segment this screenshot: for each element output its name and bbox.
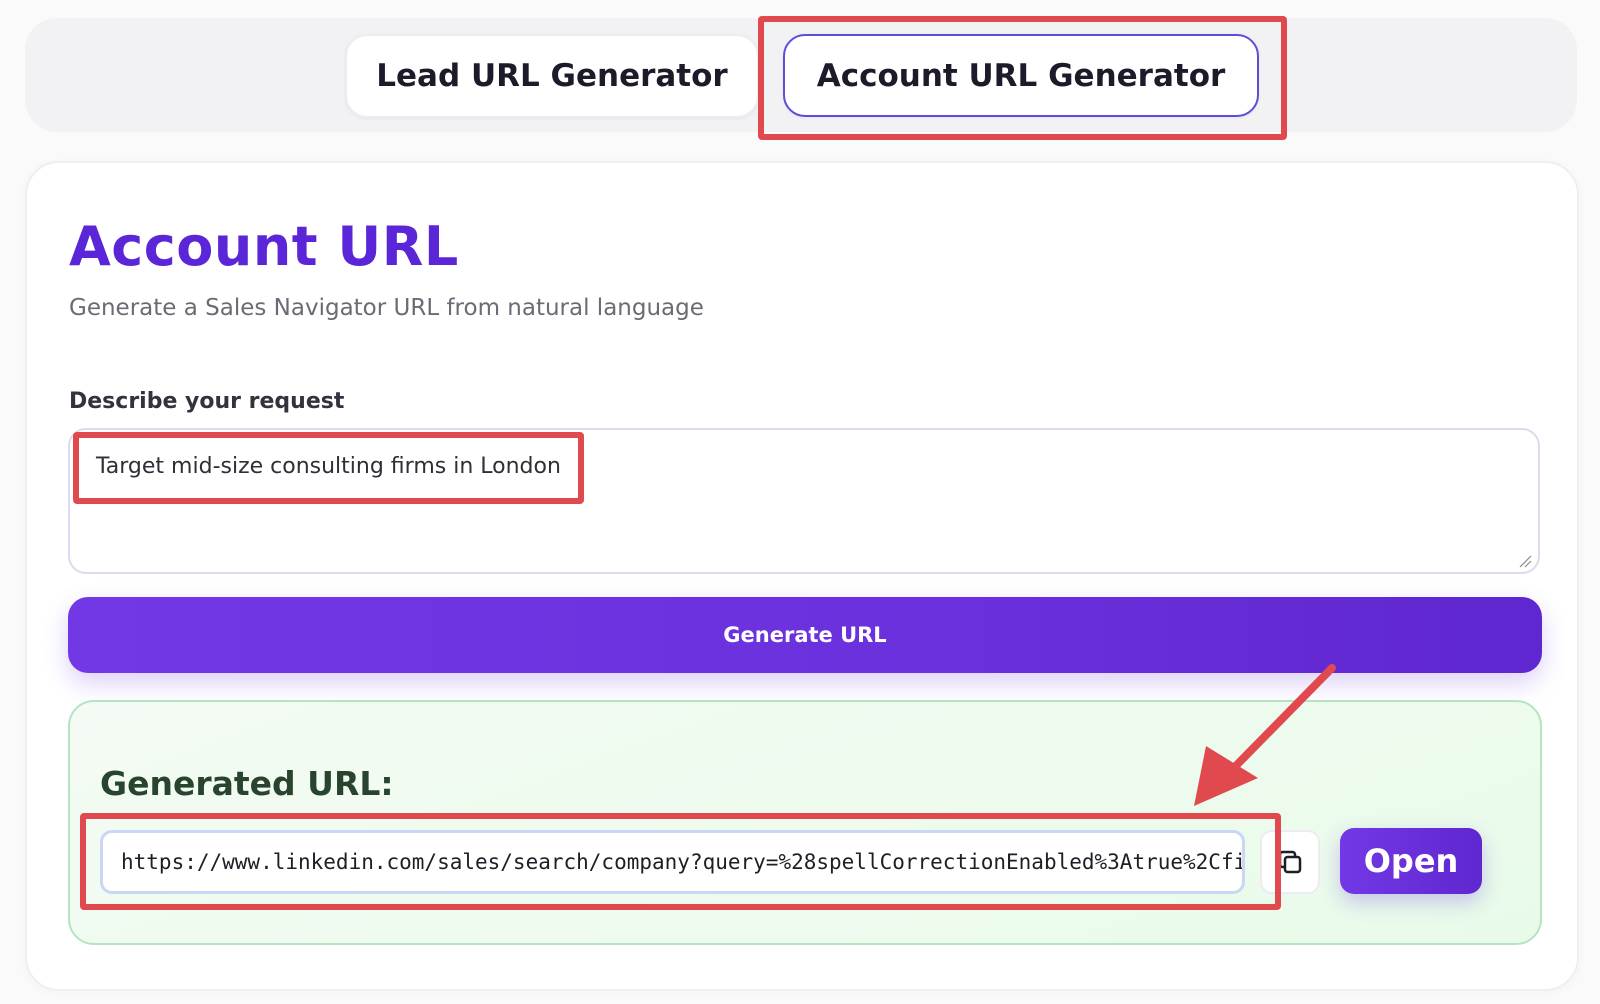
generated-url-field[interactable]: https://www.linkedin.com/sales/search/co… bbox=[100, 830, 1245, 894]
resize-grip-icon[interactable] bbox=[1518, 554, 1532, 568]
generate-url-button[interactable]: Generate URL bbox=[68, 597, 1542, 673]
request-textarea[interactable]: Target mid-size consulting firms in Lond… bbox=[68, 428, 1540, 574]
copy-button[interactable] bbox=[1260, 830, 1320, 894]
copy-icon bbox=[1278, 850, 1302, 874]
result-panel: Generated URL: https://www.linkedin.com/… bbox=[68, 700, 1542, 945]
page: Lead URL Generator Account URL Generator… bbox=[0, 0, 1600, 1004]
account-url-card: Account URL Generate a Sales Navigator U… bbox=[25, 161, 1579, 991]
tab-lead-url-generator[interactable]: Lead URL Generator bbox=[345, 34, 759, 118]
request-text: Target mid-size consulting firms in Lond… bbox=[96, 454, 561, 479]
result-title: Generated URL: bbox=[100, 764, 394, 803]
page-subtitle: Generate a Sales Navigator URL from natu… bbox=[69, 295, 704, 321]
open-button[interactable]: Open bbox=[1340, 828, 1482, 894]
request-label: Describe your request bbox=[69, 389, 345, 414]
generated-url-text: https://www.linkedin.com/sales/search/co… bbox=[121, 850, 1245, 874]
tab-account-url-generator[interactable]: Account URL Generator bbox=[783, 34, 1259, 117]
page-title: Account URL bbox=[69, 215, 459, 278]
